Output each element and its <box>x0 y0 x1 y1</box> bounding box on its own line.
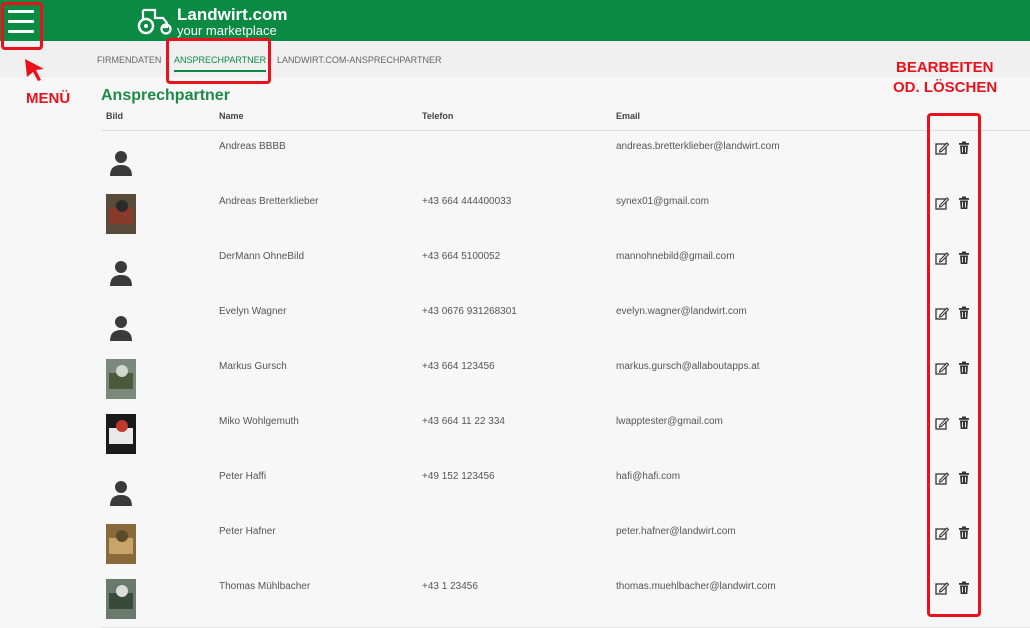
table-row: Peter Haffi +49 152 123456 hafi@hafi.com <box>101 462 1030 518</box>
contact-phone: +43 664 123456 <box>422 361 495 372</box>
contact-name: DerMann OhneBild <box>219 251 305 262</box>
app-header: Landwirt.com your marketplace <box>0 0 1030 41</box>
contact-email: peter.hafner@landwirt.com <box>616 526 736 537</box>
contact-name: Markus Gursch <box>219 361 287 372</box>
contact-email: andreas.bretterklieber@landwirt.com <box>616 141 780 152</box>
contact-email: thomas.muehlbacher@landwirt.com <box>616 581 776 592</box>
edit-icon[interactable] <box>935 196 950 210</box>
avatar-placeholder-icon <box>110 151 132 176</box>
table-row: Peter Hafner peter.hafner@landwirt.com <box>101 517 1030 573</box>
tab-firmendaten[interactable]: FIRMENDATEN <box>97 55 161 65</box>
contact-email: lwapptester@gmail.com <box>616 416 723 427</box>
trash-icon[interactable] <box>957 471 971 485</box>
edit-icon[interactable] <box>935 251 950 265</box>
table-row: Thomas Mühlbacher +43 1 23456 thomas.muehl… <box>101 572 1030 628</box>
edit-icon[interactable] <box>935 416 950 430</box>
contact-name: Peter Haffi <box>219 471 267 482</box>
trash-icon[interactable] <box>957 526 971 540</box>
avatar-placeholder-icon <box>110 481 132 506</box>
contact-phone: +43 1 23456 <box>422 581 478 592</box>
column-header-email: Email <box>616 111 641 121</box>
header-divider <box>101 130 1030 131</box>
contact-photo <box>106 414 136 454</box>
edit-icon[interactable] <box>935 581 950 595</box>
trash-icon[interactable] <box>957 581 971 595</box>
contact-email: mannohnebild@gmail.com <box>616 251 735 262</box>
trash-icon[interactable] <box>957 306 971 320</box>
table-row: DerMann OhneBild +43 664 5100052 mannohneb… <box>101 242 1030 298</box>
contact-email: synex01@gmail.com <box>616 196 709 207</box>
column-header-name: Name <box>219 111 244 121</box>
trash-icon[interactable] <box>957 361 971 375</box>
avatar-placeholder-icon <box>110 261 132 286</box>
contact-name: Peter Hafner <box>219 526 276 537</box>
contact-name: Andreas BBBB <box>219 141 286 152</box>
edit-icon[interactable] <box>935 361 950 375</box>
tractor-icon <box>137 8 172 35</box>
edit-icon[interactable] <box>935 306 950 320</box>
table-row: Evelyn Wagner +43 0676 931268301 evelyn.wa… <box>101 297 1030 353</box>
logo-title: Landwirt.com <box>177 5 288 24</box>
table-row: Andreas BBBB andreas.bretterklieber@landw… <box>101 132 1030 188</box>
column-header-bild: Bild <box>106 111 123 121</box>
contact-phone: +49 152 123456 <box>422 471 495 482</box>
contact-name: Thomas Mühlbacher <box>219 581 311 592</box>
tab-ansprechpartner[interactable]: ANSPRECHPARTNER <box>174 55 267 72</box>
table-row: Markus Gursch +43 664 123456 markus.gursch… <box>101 352 1030 408</box>
avatar-placeholder-icon <box>110 316 132 341</box>
contact-phone: +43 0676 931268301 <box>422 306 517 317</box>
contact-phone: +43 664 5100052 <box>422 251 501 262</box>
arrow-pointer-icon <box>25 59 44 81</box>
annotation-actions-line1: BEARBEITEN <box>896 59 994 76</box>
contact-photo <box>106 194 136 234</box>
edit-icon[interactable] <box>935 471 950 485</box>
hamburger-menu-icon[interactable] <box>3 2 39 46</box>
contact-phone: +43 664 444400033 <box>422 196 512 207</box>
contact-email: markus.gursch@allaboutapps.at <box>616 361 760 372</box>
table-row: Andreas Bretterklieber +43 664 444400033 s… <box>101 187 1030 243</box>
contact-photo <box>106 524 136 564</box>
logo-subtitle: your marketplace <box>177 23 277 38</box>
contact-email: evelyn.wagner@landwirt.com <box>616 306 747 317</box>
trash-icon[interactable] <box>957 141 971 155</box>
contact-name: Evelyn Wagner <box>219 306 287 317</box>
contact-email: hafi@hafi.com <box>616 471 681 482</box>
contact-photo <box>106 579 136 619</box>
contact-photo <box>106 359 136 399</box>
annotation-menu: MENÜ <box>26 90 71 107</box>
annotation-actions-line2: OD. LÖSCHEN <box>893 79 998 96</box>
column-header-telefon: Telefon <box>422 111 454 121</box>
trash-icon[interactable] <box>957 251 971 265</box>
edit-icon[interactable] <box>935 141 950 155</box>
table-row: Miko Wohlgemuth +43 664 11 22 334 lwapptes… <box>101 407 1030 463</box>
contact-name: Miko Wohlgemuth <box>219 416 299 427</box>
contact-name: Andreas Bretterklieber <box>219 196 319 207</box>
page-title: Ansprechpartner <box>101 87 230 104</box>
trash-icon[interactable] <box>957 196 971 210</box>
contact-phone: +43 664 11 22 334 <box>422 416 505 427</box>
tab-bar: FIRMENDATEN ANSPRECHPARTNER LANDWIRT.COM… <box>0 41 1030 77</box>
tab-landwirt-ansprechpartner[interactable]: LANDWIRT.COM-ANSPRECHPARTNER <box>277 55 442 65</box>
main-content: Ansprechpartner Bild Name Telefon Email … <box>0 77 1030 628</box>
edit-icon[interactable] <box>935 526 950 540</box>
trash-icon[interactable] <box>957 416 971 430</box>
